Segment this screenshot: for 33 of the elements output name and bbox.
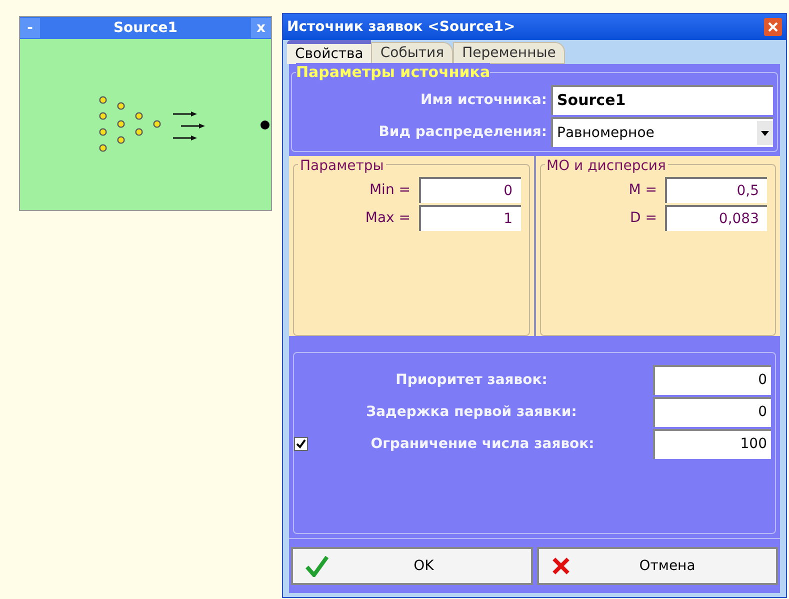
checkmark-icon xyxy=(305,555,329,577)
input-field[interactable]: 0 xyxy=(653,365,771,395)
input-field[interactable]: 0 xyxy=(652,397,771,427)
cancel-button[interactable]: Отмена xyxy=(536,547,778,585)
dropdown[interactable]: Равномерное xyxy=(551,117,773,147)
checkbox[interactable] xyxy=(294,437,308,451)
input-field[interactable]: 0 xyxy=(418,177,520,203)
field-label: D = xyxy=(630,208,657,228)
field-label: Вид распределения: xyxy=(378,122,547,142)
cross-icon xyxy=(550,556,570,576)
field-label: Min = xyxy=(369,180,410,200)
tab[interactable]: Свойства xyxy=(287,40,372,64)
group-legend: Параметры источника xyxy=(296,63,490,81)
close-icon[interactable] xyxy=(764,18,782,36)
output-port-icon[interactable] xyxy=(260,120,270,130)
input-field[interactable]: 100 xyxy=(652,429,771,459)
source-node-window[interactable]: - Source1 x xyxy=(19,16,272,211)
ok-button[interactable]: OK xyxy=(291,547,532,585)
field-label: Ограничение числа заявок: xyxy=(370,434,594,454)
window-title: Source1 xyxy=(113,18,178,38)
check-icon xyxy=(296,439,306,449)
input-field[interactable]: 0,5 xyxy=(665,177,767,203)
field-label: Задержка первой заявки: xyxy=(366,402,577,422)
input-field[interactable]: 1 xyxy=(418,205,520,231)
field-label: Приоритет заявок: xyxy=(396,370,548,390)
field-label: Max = xyxy=(365,208,410,228)
field-label: M = xyxy=(628,180,657,200)
input-field[interactable]: Source1 xyxy=(551,85,773,115)
dialog-title: Источник заявок <Source1> xyxy=(287,18,516,36)
tab[interactable]: События xyxy=(371,42,454,64)
field-label: Имя источника: xyxy=(420,90,547,110)
input-field[interactable]: 0,083 xyxy=(665,205,767,231)
tab[interactable]: Переменные xyxy=(453,42,565,64)
